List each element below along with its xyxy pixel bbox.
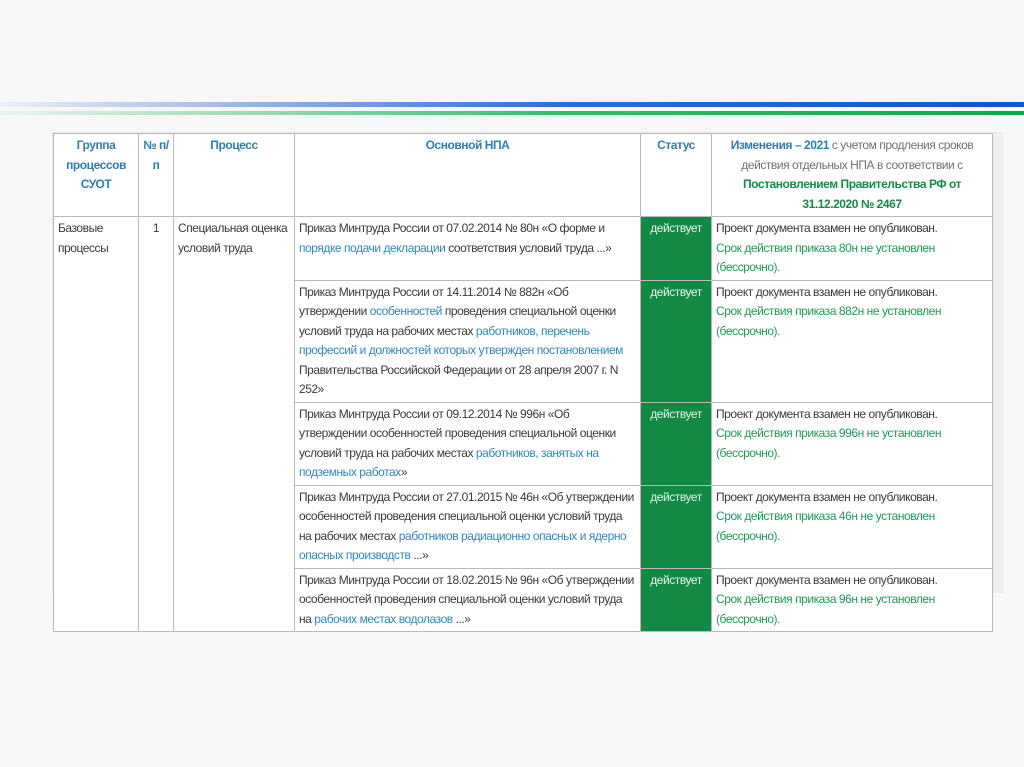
npa-text: соответствия условий труда ...» [445, 240, 612, 255]
npa-text: » [400, 465, 408, 479]
changes-decree: Постановлением Правительства РФ от 31.12… [742, 177, 962, 211]
term-text: Срок действия приказа 882н не установлен… [716, 304, 942, 338]
header-process: Процесс [173, 133, 295, 217]
npa-cell: Приказ Минтруда России от 18.02.2015 № 9… [294, 567, 641, 632]
changes-cell: Проект документа взамен не опубликован. С… [711, 216, 993, 281]
note-text: Проект документа взамен не опубликован. [716, 221, 938, 235]
changes-cell: Проект документа взамен не опубликован. С… [711, 401, 993, 486]
npa-text: ...» [410, 548, 429, 562]
npa-cell: Приказ Минтруда России от 27.01.2015 № 4… [294, 484, 641, 569]
npa-highlight: особенностей [369, 304, 443, 318]
decorative-green-line [0, 111, 1024, 115]
changes-cell: Проект документа взамен не опубликован. С… [711, 484, 993, 569]
header-npa: Основной НПА [294, 133, 641, 217]
note-text: Проект документа взамен не опубликован. [716, 489, 938, 504]
npa-cell: Приказ Минтруда России от 09.12.2014 № 9… [294, 401, 641, 486]
changes-cell: Проект документа взамен не опубликован. С… [711, 279, 993, 403]
header-group: Группа процессов СУОТ [53, 133, 139, 217]
note-text: Проект документа взамен не опубликован. [716, 406, 938, 421]
process-cell: Специальная оценка условий труда [173, 216, 295, 632]
term-text: Срок действия приказа 80н не установлен … [716, 240, 935, 275]
status-badge: действует [640, 279, 712, 403]
npa-text: ...» [452, 611, 471, 626]
header-status: Статус [640, 133, 712, 217]
note-text: Проект документа взамен не опубликован. [716, 284, 938, 299]
term-text: Срок действия приказа 96н не установлен … [716, 592, 935, 626]
decorative-blue-line [0, 102, 1024, 107]
npa-text: Приказ Минтруда России от 07.02.2014 № 8… [299, 221, 605, 235]
npa-text: Правительства Российской Федерации от 28… [299, 362, 619, 397]
npa-table: Группа процессов СУОТ № п/п Процесс Осно… [53, 133, 993, 632]
npa-highlight: рабочих местах водолазов [314, 611, 453, 626]
npa-highlight: порядке подачи декларации [299, 240, 446, 255]
header-changes: Изменения – 2021 с учетом продления срок… [711, 133, 993, 217]
status-badge: действует [640, 401, 712, 486]
npa-cell: Приказ Минтруда России от 07.02.2014 № 8… [294, 216, 641, 281]
header-num: № п/п [138, 133, 174, 217]
term-text: Срок действия приказа 996н не установлен… [716, 426, 942, 460]
table-header-row: Группа процессов СУОТ № п/п Процесс Осно… [53, 133, 993, 217]
npa-cell: Приказ Минтруда России от 14.11.2014 № 8… [294, 279, 641, 403]
term-text: Срок действия приказа 46н не установлен … [716, 509, 935, 543]
status-badge: действует [640, 484, 712, 569]
note-text: Проект документа взамен не опубликован. [716, 572, 938, 587]
table-row: Базовые процессы 1 Специальная оценка усло… [53, 216, 993, 632]
status-badge: действует [640, 567, 712, 632]
changes-cell: Проект документа взамен не опубликован. С… [711, 567, 993, 632]
status-badge: действует [640, 216, 712, 281]
changes-title: Изменения – 2021 [730, 138, 830, 152]
num-cell: 1 [138, 216, 174, 632]
group-cell: Базовые процессы [53, 216, 139, 632]
